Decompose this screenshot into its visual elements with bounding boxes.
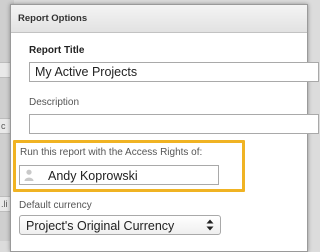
description-label: Description — [29, 97, 80, 108]
default-currency-label: Default currency — [19, 200, 92, 211]
dialog-title: Report Options — [18, 13, 88, 24]
dialog-header: Report Options — [11, 5, 307, 33]
access-rights-user-field[interactable]: Andy Koprowski — [19, 165, 219, 185]
default-currency-value: Project's Original Currency — [26, 219, 175, 233]
report-title-input[interactable] — [29, 62, 319, 82]
access-rights-label: Run this report with the Access Rights o… — [20, 147, 203, 158]
user-icon — [24, 169, 34, 181]
access-rights-user-name: Andy Koprowski — [48, 169, 138, 183]
updown-arrows-icon — [206, 219, 214, 231]
report-title-label: Report Title — [29, 45, 85, 56]
description-input[interactable] — [29, 114, 319, 134]
default-currency-select[interactable]: Project's Original Currency — [19, 215, 221, 235]
